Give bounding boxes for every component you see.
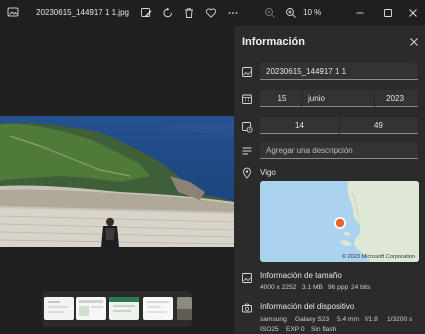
description-input[interactable]: Agregar una descripción: [260, 142, 418, 159]
file-size: 3.1 MB: [302, 284, 323, 291]
camera-icon: [241, 302, 253, 314]
edit-image-icon: [140, 7, 152, 19]
camera-model: Galaxy S23: [295, 316, 330, 323]
thumbnail[interactable]: [143, 297, 173, 320]
date-picker[interactable]: 15 junio 2023: [260, 90, 418, 107]
resolution: 96 ppp: [328, 284, 349, 291]
zoom-out-button[interactable]: [262, 5, 278, 21]
calendar-icon: [241, 93, 253, 105]
favorite-icon: [205, 7, 217, 19]
time-minute: 49: [374, 121, 383, 130]
zoom-out-icon: [264, 7, 276, 19]
edit-image-button[interactable]: [138, 5, 154, 21]
zoom-in-button[interactable]: [283, 5, 299, 21]
exposure: EXP 0: [286, 326, 305, 333]
device-section-title: Información del dispositivo: [260, 302, 355, 311]
favorite-button[interactable]: [203, 5, 219, 21]
filmstrip: [42, 291, 192, 327]
zoom-level: 10 %: [303, 8, 322, 17]
close-icon: [407, 7, 419, 19]
rotate-icon: [162, 7, 174, 19]
iso: ISO25: [260, 326, 279, 333]
thumbnail[interactable]: [109, 297, 139, 320]
maximize-icon: [382, 7, 394, 19]
maximize-button[interactable]: [380, 5, 396, 21]
time-separator: [339, 117, 340, 134]
size-section-title: Información de tamaño: [260, 271, 342, 280]
map-copyright: © 2023 Microsoft Corporation: [341, 254, 415, 260]
aperture: f/1.8: [365, 316, 378, 323]
thumbnail[interactable]: [44, 297, 74, 320]
photo[interactable]: [0, 116, 234, 247]
location-map[interactable]: © 2023 Microsoft Corporation: [260, 181, 419, 262]
shutter-speed: 1/3200 s: [387, 316, 413, 323]
zoom-in-icon: [285, 7, 297, 19]
close-icon: [410, 38, 418, 46]
bit-depth: 24 bits: [351, 284, 371, 291]
photos-app-icon: [7, 6, 19, 18]
panel-title: Información: [242, 36, 305, 48]
minimize-icon: [354, 7, 366, 19]
file-name: 20230615_144917 1 1.jpg: [36, 8, 129, 17]
more-options-button[interactable]: [225, 5, 241, 21]
image-size-icon: [241, 272, 253, 284]
more-icon: [227, 7, 239, 19]
time-hour: 14: [295, 121, 304, 130]
clock-edit-icon: [241, 121, 253, 133]
focal-length: 5.4 mm: [337, 316, 359, 323]
camera-make: samsung: [260, 316, 287, 323]
rotate-button[interactable]: [160, 5, 176, 21]
location-label: Vigo: [260, 168, 276, 177]
delete-button[interactable]: [181, 5, 197, 21]
image-icon: [241, 66, 253, 78]
window-close-button[interactable]: [405, 5, 421, 21]
location-pin-icon: [241, 167, 253, 179]
date-month: junio: [308, 94, 325, 103]
delete-icon: [183, 7, 195, 19]
minimize-button[interactable]: [352, 5, 368, 21]
date-day: 15: [277, 94, 287, 103]
file-name-field[interactable]: 20230615_144917 1 1: [260, 63, 418, 80]
date-year: 2023: [386, 94, 404, 103]
panel-close-button[interactable]: [408, 36, 420, 48]
thumbnail[interactable]: [177, 297, 192, 320]
thumbnail[interactable]: [76, 297, 106, 320]
flash: Sin flash: [311, 326, 337, 333]
image-dimensions: 4000 x 2252: [260, 284, 297, 291]
description-icon: [241, 145, 253, 157]
